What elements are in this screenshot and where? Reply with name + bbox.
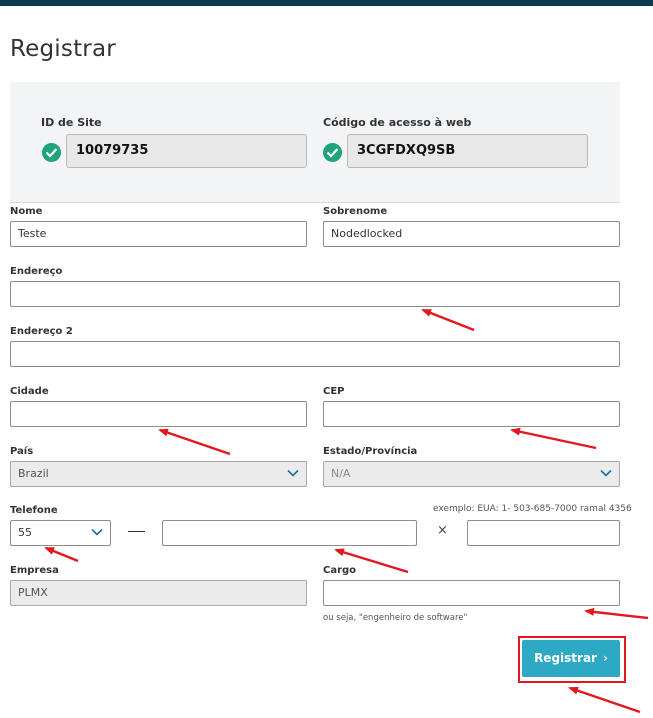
empresa-label: Empresa	[10, 565, 59, 576]
site-id-label: ID de Site	[41, 116, 102, 129]
top-bar	[0, 0, 653, 6]
chevron-down-icon	[287, 469, 299, 477]
nome-label: Nome	[10, 206, 43, 217]
web-code-field: 3CGFDXQ9SB	[347, 134, 588, 168]
site-id-field: 10079735	[66, 134, 307, 168]
cargo-label: Cargo	[323, 565, 357, 576]
endereco2-input[interactable]	[10, 341, 620, 367]
red-arrow-annotation	[584, 607, 649, 620]
telefone-country-value: 55	[18, 526, 32, 539]
empresa-input[interactable]: PLMX	[10, 580, 307, 606]
estado-select-value: N/A	[331, 467, 351, 480]
endereco2-label: Endereço 2	[10, 326, 73, 337]
estado-label: Estado/Província	[323, 446, 418, 457]
page-title: Registrar	[10, 36, 116, 62]
chevron-right-icon: ›	[602, 651, 608, 665]
red-arrow-annotation	[421, 308, 475, 332]
telefone-dash-separator	[128, 531, 145, 532]
telefone-ext-input[interactable]	[467, 520, 620, 546]
red-arrow-annotation	[510, 427, 597, 450]
check-circle-icon	[323, 143, 342, 162]
web-code-label: Código de acesso à web	[323, 116, 472, 129]
cargo-hint: ou seja, "engenheiro de software"	[323, 613, 468, 623]
red-arrow-annotation	[568, 686, 641, 714]
telefone-number-input[interactable]	[162, 520, 417, 546]
telefone-hint: exemplo: EUA: 1- 503-685-7000 ramal 4356	[433, 504, 632, 514]
telefone-country-select[interactable]: 55	[10, 520, 111, 546]
estado-select[interactable]: N/A	[323, 461, 620, 487]
chevron-down-icon	[91, 528, 103, 536]
cargo-input[interactable]	[323, 580, 620, 606]
endereco-input[interactable]	[10, 281, 620, 307]
sobrenome-input[interactable]: Nodedlocked	[323, 221, 620, 247]
endereco-label: Endereço	[10, 266, 63, 277]
red-arrow-annotation	[158, 428, 231, 456]
red-arrow-annotation	[44, 546, 79, 563]
register-button-label: Registrar	[534, 651, 597, 665]
telefone-ext-separator: ×	[437, 523, 448, 538]
check-circle-icon	[42, 143, 61, 162]
chevron-down-icon	[600, 469, 612, 477]
register-button[interactable]: Registrar ›	[522, 640, 620, 677]
sobrenome-label: Sobrenome	[323, 206, 388, 217]
cep-label: CEP	[323, 386, 345, 397]
pais-select-value: Brazil	[18, 467, 49, 480]
cidade-label: Cidade	[10, 386, 49, 397]
nome-input[interactable]: Teste	[10, 221, 307, 247]
pais-select[interactable]: Brazil	[10, 461, 307, 487]
telefone-label: Telefone	[10, 505, 58, 516]
cep-input[interactable]	[323, 401, 620, 427]
pais-label: País	[10, 446, 34, 457]
cidade-input[interactable]	[10, 401, 307, 427]
